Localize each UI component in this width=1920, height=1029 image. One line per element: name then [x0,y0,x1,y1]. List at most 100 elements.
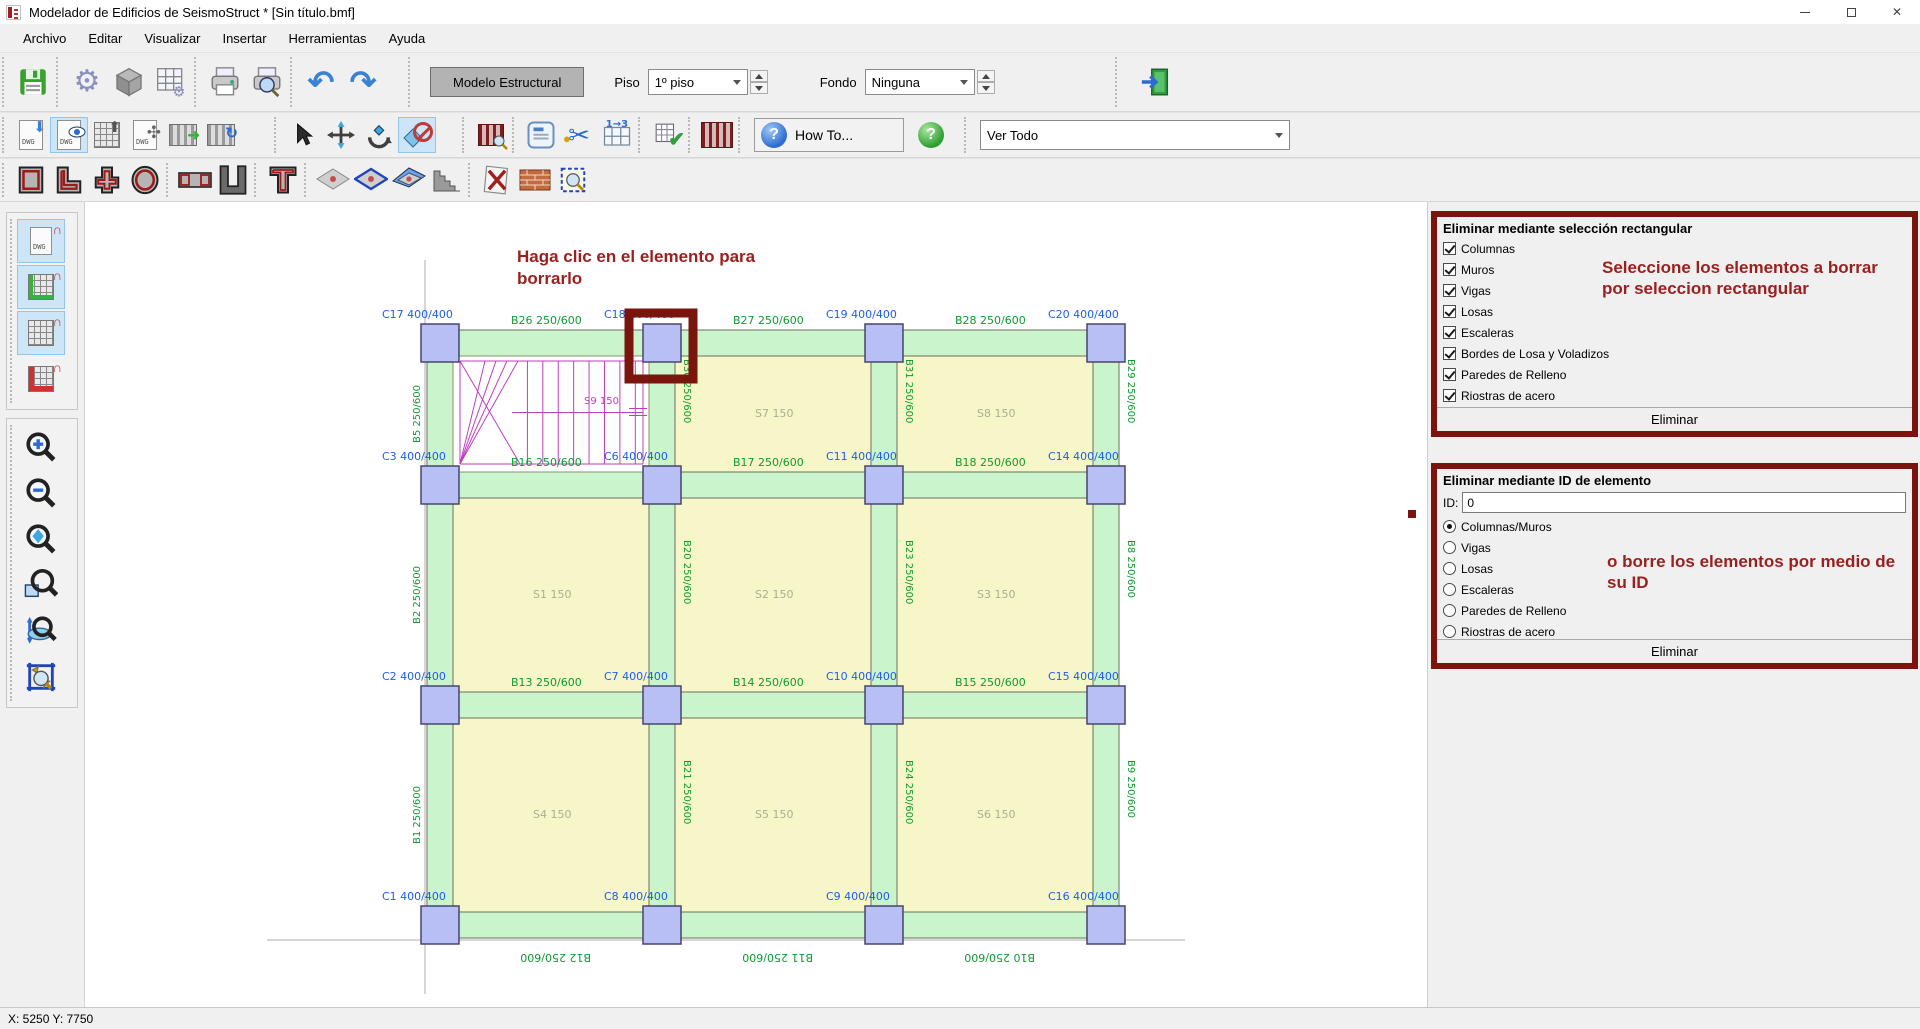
snap-grid-icon[interactable]: ∩ [17,311,65,355]
id-delete-title: Eliminar mediante ID de elemento [1437,469,1912,490]
stairs-icon[interactable] [428,162,466,198]
infill-wall-icon[interactable] [516,162,554,198]
save-icon[interactable] [12,61,54,103]
checkbox-icon[interactable] [1443,284,1456,297]
checkbox-row[interactable]: Escaleras [1437,322,1912,343]
checkbox-icon[interactable] [1443,326,1456,339]
fondo-combo[interactable]: Ninguna [865,69,975,95]
menu-item-herramientas[interactable]: Herramientas [278,27,378,50]
checkbox-icon[interactable] [1443,242,1456,255]
dwg-import-icon[interactable]: DWG⬇ [12,117,50,153]
zoom-in-icon[interactable] [17,425,65,469]
svg-text:C6 400/400: C6 400/400 [604,450,668,463]
eliminar-selection-button[interactable]: Eliminar [1437,407,1912,431]
floor-rotate-icon[interactable]: ↻ [202,117,240,153]
zoom-window-icon[interactable] [17,563,65,607]
snap-dwg-icon[interactable]: DWG∩ [17,219,65,263]
piso-combo[interactable]: 1º piso [648,69,748,95]
radio-icon[interactable] [1443,562,1456,575]
radio-icon[interactable] [1443,625,1456,638]
selection-region-icon[interactable] [554,162,592,198]
rotate-element-icon[interactable] [360,117,398,153]
wall-section-icon[interactable] [176,162,214,198]
slab-boundary-icon[interactable] [352,162,390,198]
radio-icon[interactable] [1443,583,1456,596]
floor-plan-svg: S7 150S8 150S1 150S2 150S3 150S4 150S5 1… [85,202,1427,1007]
floor-copy-icon[interactable]: ➜ [164,117,202,153]
element-properties-icon[interactable] [522,117,560,153]
dwg-move-icon[interactable]: DWG✣ [126,117,164,153]
renumber-icon[interactable]: 1→3 [598,117,636,153]
snap-tools-panel: DWG∩ ∩ ∩ ∩ [6,212,78,410]
toolbar-separator [408,57,416,107]
svg-text:S6 150: S6 150 [977,808,1015,821]
settings-gears-icon[interactable]: ⚙ [66,61,108,103]
view-filter-combo[interactable]: Ver Todo [980,120,1290,150]
building-review-icon[interactable] [698,117,736,153]
howto-button[interactable]: ? How To... [754,118,904,152]
grid-settings-icon[interactable]: ⚙ [150,61,192,103]
snap-gridline-icon[interactable]: ∩ [17,265,65,309]
radio-icon[interactable] [1443,520,1456,533]
flat-slab-icon[interactable] [314,162,352,198]
piso-spinner[interactable] [750,70,768,94]
id-input[interactable] [1462,492,1906,513]
close-button[interactable]: ✕ [1874,0,1920,24]
menu-item-visualizar[interactable]: Visualizar [133,27,211,50]
fondo-spinner[interactable] [977,70,995,94]
zoom-dynamic-icon[interactable] [17,609,65,653]
t-beam-section-icon[interactable] [264,162,302,198]
delete-element-icon[interactable] [478,162,516,198]
maximize-button[interactable] [1828,0,1874,24]
print-icon[interactable] [204,61,246,103]
menu-item-archivo[interactable]: Archivo [12,27,77,50]
core-wall-section-icon[interactable] [214,162,252,198]
checkbox-icon[interactable] [1443,368,1456,381]
checkbox-icon[interactable] [1443,347,1456,360]
find-element-icon[interactable] [472,117,510,153]
check-model-icon[interactable]: ✔ [648,117,686,153]
checkbox-row[interactable]: Columnas [1437,238,1912,259]
section-cut-icon[interactable]: ✂● [560,117,598,153]
exit-icon[interactable] [1135,61,1177,103]
eliminar-id-button[interactable]: Eliminar [1437,639,1912,663]
radio-icon[interactable] [1443,604,1456,617]
rect-column-section-icon[interactable] [12,162,50,198]
checkbox-icon[interactable] [1443,305,1456,318]
inclined-slab-icon[interactable] [390,162,428,198]
checkbox-row[interactable]: Bordes de Losa y Voladizos [1437,343,1912,364]
minimize-button[interactable] [1782,0,1828,24]
radio-row[interactable]: Columnas/Muros [1437,516,1912,537]
radio-row[interactable]: Paredes de Relleno [1437,600,1912,621]
redo-icon[interactable]: ↷ [342,61,384,103]
drawing-canvas[interactable]: S7 150S8 150S1 150S2 150S3 150S4 150S5 1… [85,202,1427,1007]
print-preview-icon[interactable] [246,61,288,103]
checkbox-row[interactable]: Riostras de acero [1437,385,1912,406]
snap-redgrid-icon[interactable]: ∩ [17,357,65,401]
view-3d-cube-icon[interactable] [108,61,150,103]
circular-column-section-icon[interactable] [126,162,164,198]
menu-item-editar[interactable]: Editar [77,27,133,50]
undo-icon[interactable]: ↶ [300,61,342,103]
dwg-visibility-icon[interactable]: DWG [50,117,88,153]
svg-text:B16 250/600: B16 250/600 [511,456,582,469]
select-arrow-icon[interactable] [284,117,322,153]
zoom-out-icon[interactable] [17,471,65,515]
structural-model-button[interactable]: Modelo Estructural [430,67,584,97]
checkbox-row[interactable]: Paredes de Relleno [1437,364,1912,385]
radio-icon[interactable] [1443,541,1456,554]
help-icon[interactable]: ? [912,117,950,153]
menu-item-insertar[interactable]: Insertar [211,27,277,50]
svg-text:B5 250/600: B5 250/600 [412,385,423,443]
menu-item-ayuda[interactable]: Ayuda [378,27,437,50]
zoom-extents-icon[interactable] [17,517,65,561]
zoom-region-icon[interactable] [17,655,65,699]
checkbox-icon[interactable] [1443,263,1456,276]
t-column-section-icon[interactable] [88,162,126,198]
building-import-icon[interactable]: ⬆ [88,117,126,153]
l-column-section-icon[interactable] [50,162,88,198]
move-element-icon[interactable] [322,117,360,153]
checkbox-row[interactable]: Losas [1437,301,1912,322]
checkbox-icon[interactable] [1443,389,1456,402]
deselect-icon[interactable] [398,117,436,153]
